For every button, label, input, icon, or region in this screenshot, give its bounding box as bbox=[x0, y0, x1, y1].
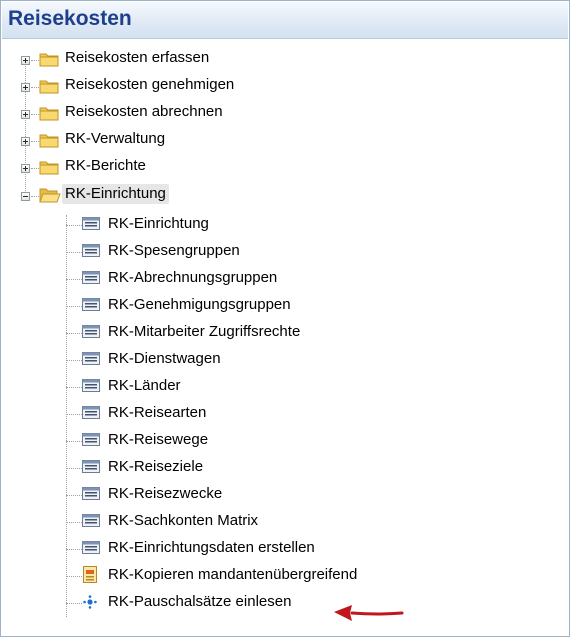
tree-item-rk-mitarbeiter-zugriffsrechte[interactable]: RK-Mitarbeiter Zugriffsrechte bbox=[2, 319, 562, 346]
form-icon bbox=[82, 541, 100, 554]
tree-item-label: RK-Einrichtung bbox=[62, 184, 169, 204]
tree-item-label: RK-Mitarbeiter Zugriffsrechte bbox=[108, 323, 301, 340]
tree-connector bbox=[31, 87, 39, 88]
tree-connector bbox=[31, 114, 39, 115]
tree-item-reisekosten-erfassen[interactable]: Reisekosten erfassen bbox=[2, 47, 562, 74]
tree-item-label: RK-Berichte bbox=[65, 157, 146, 174]
folder-icon bbox=[39, 161, 59, 175]
expand-icon[interactable] bbox=[21, 110, 30, 119]
tree-connector bbox=[66, 414, 82, 415]
tree-connector bbox=[31, 168, 39, 169]
form-icon bbox=[82, 325, 100, 338]
tree-item-rk-genehmigungsgruppen[interactable]: RK-Genehmigungsgruppen bbox=[2, 292, 562, 319]
tree-connector bbox=[66, 522, 82, 523]
tree-connector bbox=[66, 279, 82, 280]
tree-item-label: RK-Einrichtung bbox=[108, 215, 209, 232]
tree-connector bbox=[66, 441, 82, 442]
tree-connector bbox=[66, 333, 82, 334]
tree-item-rk-reisezwecke[interactable]: RK-Reisezwecke bbox=[2, 481, 562, 508]
tree-item-label: RK-Reisearten bbox=[108, 404, 207, 421]
tree-connector bbox=[66, 603, 82, 604]
form-icon bbox=[82, 406, 100, 419]
tree-connector bbox=[31, 60, 39, 61]
tree-item-label: RK-Verwaltung bbox=[65, 130, 166, 147]
tree-item-reisekosten-genehmigen[interactable]: Reisekosten genehmigen bbox=[2, 74, 562, 101]
tree-item-rk-einrichtung-folder[interactable]: RK-Einrichtung bbox=[2, 182, 562, 209]
tree-item-label: RK-Dienstwagen bbox=[108, 350, 221, 367]
tree-item-label: RK-Spesengruppen bbox=[108, 242, 240, 259]
tree-item-rk-sachkonten-matrix[interactable]: RK-Sachkonten Matrix bbox=[2, 508, 562, 535]
tree-item-label: RK-Abrechnungsgruppen bbox=[108, 269, 278, 286]
tree-connector bbox=[66, 306, 82, 307]
tree-item-label: RK-Reisewege bbox=[108, 431, 209, 448]
tree-connector bbox=[66, 360, 82, 361]
tree-item-rk-reisearten[interactable]: RK-Reisearten bbox=[2, 400, 562, 427]
tree-item-label: Reisekosten erfassen bbox=[65, 49, 210, 66]
folder-icon bbox=[39, 107, 59, 121]
codeunit-icon bbox=[83, 595, 97, 609]
tree-item-label: RK-Einrichtungsdaten erstellen bbox=[108, 539, 315, 556]
form-icon bbox=[82, 352, 100, 365]
form-icon bbox=[82, 460, 100, 473]
tree-item-rk-dienstwagen[interactable]: RK-Dienstwagen bbox=[2, 346, 562, 373]
tree-item-rk-einrichtung[interactable]: RK-Einrichtung bbox=[2, 211, 562, 238]
report-icon bbox=[83, 566, 97, 583]
tree-connector bbox=[66, 468, 82, 469]
expand-icon[interactable] bbox=[21, 56, 30, 65]
tree-item-rk-verwaltung[interactable]: RK-Verwaltung bbox=[2, 128, 562, 155]
tree-connector bbox=[66, 225, 82, 226]
tree-item-rk-pauschalsaetze-einlesen[interactable]: RK-Pauschalsätze einlesen bbox=[2, 589, 562, 616]
form-icon bbox=[82, 244, 100, 257]
navigation-tree: Reisekosten erfassen Reisekosten genehmi… bbox=[2, 39, 568, 635]
tree-item-label: RK-Sachkonten Matrix bbox=[108, 512, 259, 529]
navigation-window: Reisekosten Reisekosten erfassen Reiseko… bbox=[0, 0, 570, 637]
tree-connector bbox=[31, 141, 39, 142]
window-title: Reisekosten bbox=[8, 7, 132, 30]
folder-icon bbox=[39, 134, 59, 148]
tree-connector bbox=[66, 549, 82, 550]
open-folder-icon bbox=[39, 188, 61, 203]
tree-item-rk-abrechnungsgruppen[interactable]: RK-Abrechnungsgruppen bbox=[2, 265, 562, 292]
form-icon bbox=[82, 379, 100, 392]
tree-item-label: RK-Genehmigungsgruppen bbox=[108, 296, 291, 313]
tree-item-label: Reisekosten abrechnen bbox=[65, 103, 223, 120]
expand-icon[interactable] bbox=[21, 164, 30, 173]
form-icon bbox=[82, 271, 100, 284]
tree-connector bbox=[66, 387, 82, 388]
expand-icon[interactable] bbox=[21, 83, 30, 92]
tree-item-label: RK-Reisezwecke bbox=[108, 485, 223, 502]
form-icon bbox=[82, 433, 100, 446]
expand-icon[interactable] bbox=[21, 137, 30, 146]
tree-item-rk-berichte[interactable]: RK-Berichte bbox=[2, 155, 562, 182]
collapse-icon[interactable] bbox=[21, 192, 30, 201]
tree-item-label: RK-Kopieren mandantenübergreifend bbox=[108, 566, 358, 583]
tree-connector bbox=[66, 576, 82, 577]
tree-item-rk-reisewege[interactable]: RK-Reisewege bbox=[2, 427, 562, 454]
tree-item-rk-kopieren-mandantenuebergreifend[interactable]: RK-Kopieren mandantenübergreifend bbox=[2, 562, 562, 589]
form-icon bbox=[82, 514, 100, 527]
red-arrow-icon bbox=[334, 605, 404, 621]
form-icon bbox=[82, 217, 100, 230]
tree-item-label: RK-Pauschalsätze einlesen bbox=[108, 593, 292, 610]
tree-item-reisekosten-abrechnen[interactable]: Reisekosten abrechnen bbox=[2, 101, 562, 128]
tree-item-rk-einrichtungsdaten-erstellen[interactable]: RK-Einrichtungsdaten erstellen bbox=[2, 535, 562, 562]
tree-item-rk-spesengruppen[interactable]: RK-Spesengruppen bbox=[2, 238, 562, 265]
window-header: Reisekosten bbox=[2, 2, 568, 39]
tree-connector bbox=[66, 495, 82, 496]
tree-item-label: Reisekosten genehmigen bbox=[65, 76, 235, 93]
form-icon bbox=[82, 487, 100, 500]
form-icon bbox=[82, 298, 100, 311]
tree-item-rk-reiseziele[interactable]: RK-Reiseziele bbox=[2, 454, 562, 481]
folder-icon bbox=[39, 53, 59, 67]
tree-item-label: RK-Reiseziele bbox=[108, 458, 204, 475]
tree-connector bbox=[31, 196, 39, 197]
tree-item-rk-laender[interactable]: RK-Länder bbox=[2, 373, 562, 400]
folder-icon bbox=[39, 80, 59, 94]
tree-connector bbox=[66, 252, 82, 253]
tree-item-label: RK-Länder bbox=[108, 377, 181, 394]
